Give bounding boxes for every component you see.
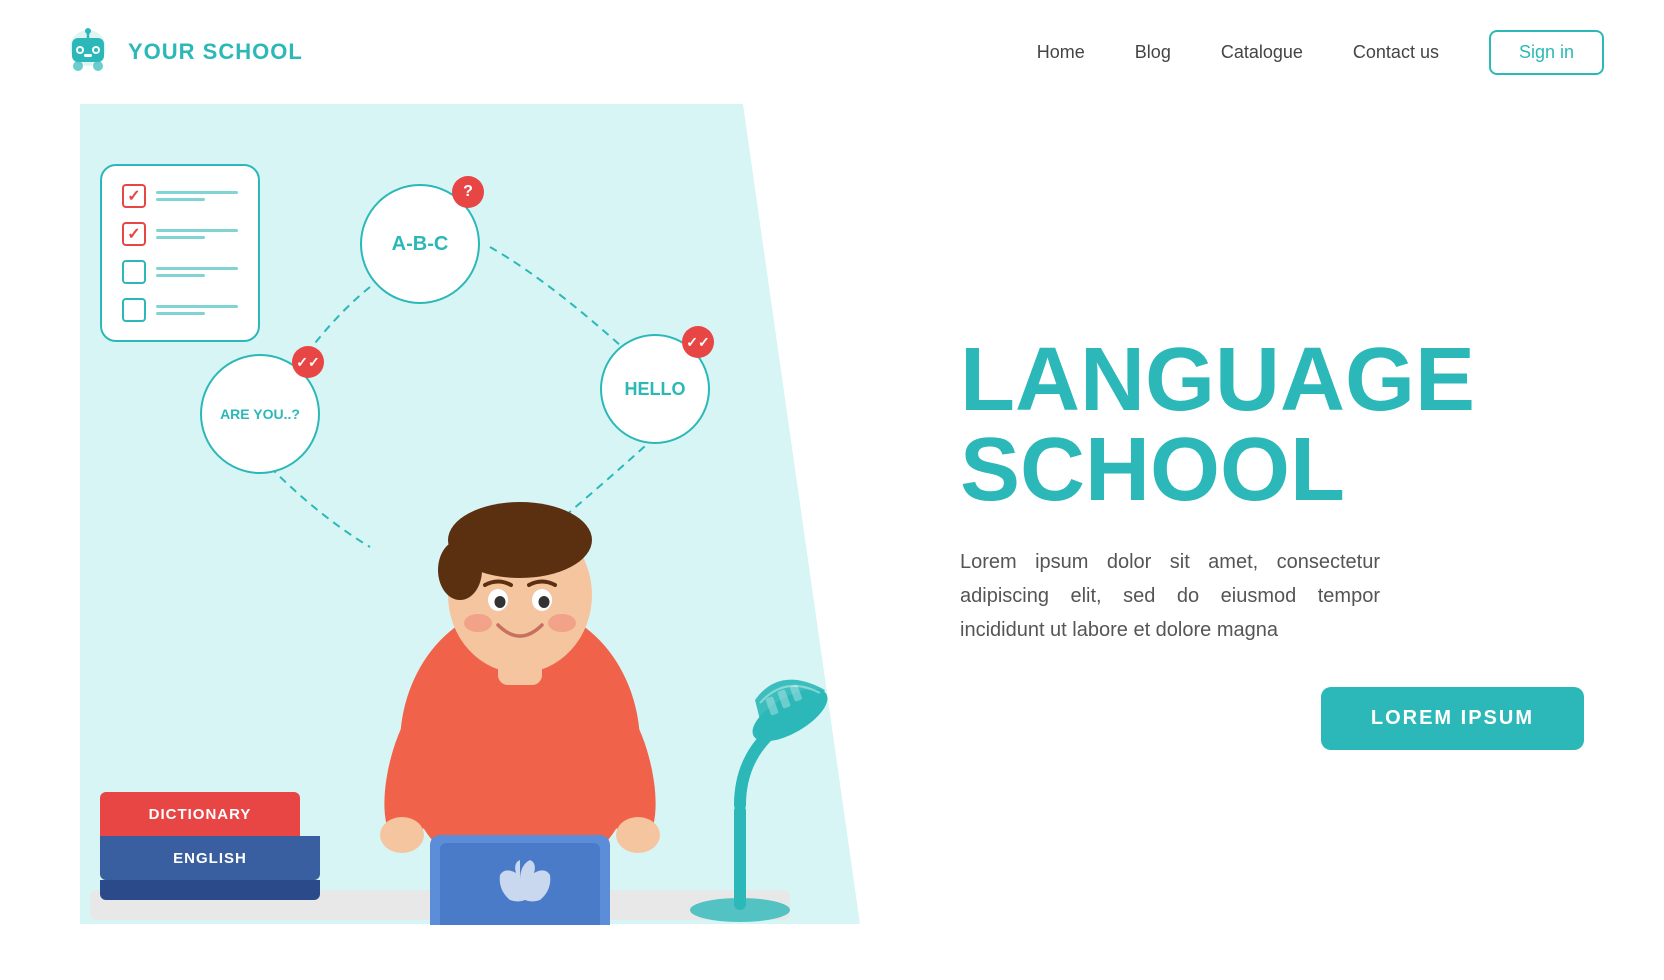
line (156, 236, 205, 239)
main-content: A-B-C ? HELLO ✓ ARE YOU..? ✓ DICTIONARY … (0, 104, 1664, 980)
signin-button[interactable]: Sign in (1489, 30, 1604, 75)
header: YOUR SCHOOL Home Blog Catalogue Contact … (0, 0, 1664, 104)
line (156, 312, 205, 315)
checklist (100, 164, 260, 342)
book-english: ENGLISH (100, 836, 320, 880)
check-lines-1 (156, 191, 238, 201)
line (156, 229, 238, 232)
books-stack: DICTIONARY ENGLISH (100, 792, 320, 900)
checkbox-4 (122, 298, 146, 322)
right-content: LANGUAGE SCHOOL Lorem ipsum dolor sit am… (900, 104, 1664, 980)
nav-catalogue[interactable]: Catalogue (1221, 42, 1303, 63)
student-character (330, 345, 710, 925)
checkbox-2 (122, 222, 146, 246)
line (156, 305, 238, 308)
bubble-areyou: ARE YOU..? ✓ (200, 354, 320, 474)
check-item-1 (122, 184, 238, 208)
main-nav: Home Blog Catalogue Contact us Sign in (1037, 30, 1604, 75)
checkbox-1 (122, 184, 146, 208)
line (156, 274, 205, 277)
checkbox-3 (122, 260, 146, 284)
description: Lorem ipsum dolor sit amet, consectetur … (960, 545, 1380, 647)
bubble-abc: A-B-C ? (360, 184, 480, 304)
nav-contact[interactable]: Contact us (1353, 42, 1439, 63)
book-dictionary: DICTIONARY (100, 792, 300, 836)
badge-check-areyou: ✓ (292, 346, 324, 378)
line (156, 198, 205, 201)
check-lines-4 (156, 305, 238, 315)
nav-blog[interactable]: Blog (1135, 42, 1171, 63)
line (156, 267, 238, 270)
book-bottom (100, 880, 320, 900)
check-item-4 (122, 298, 238, 322)
logo[interactable]: YOUR SCHOOL (60, 24, 303, 80)
logo-icon (60, 24, 116, 80)
badge-question: ? (452, 176, 484, 208)
line (156, 191, 238, 194)
check-item-3 (122, 260, 238, 284)
illustration-area: A-B-C ? HELLO ✓ ARE YOU..? ✓ DICTIONARY … (0, 104, 900, 980)
logo-text: YOUR SCHOOL (128, 39, 303, 65)
check-item-2 (122, 222, 238, 246)
nav-home[interactable]: Home (1037, 42, 1085, 63)
check-lines-2 (156, 229, 238, 239)
cta-button[interactable]: LOREM IPSUM (1321, 687, 1584, 750)
headline: LANGUAGE SCHOOL (960, 335, 1584, 515)
check-lines-3 (156, 267, 238, 277)
